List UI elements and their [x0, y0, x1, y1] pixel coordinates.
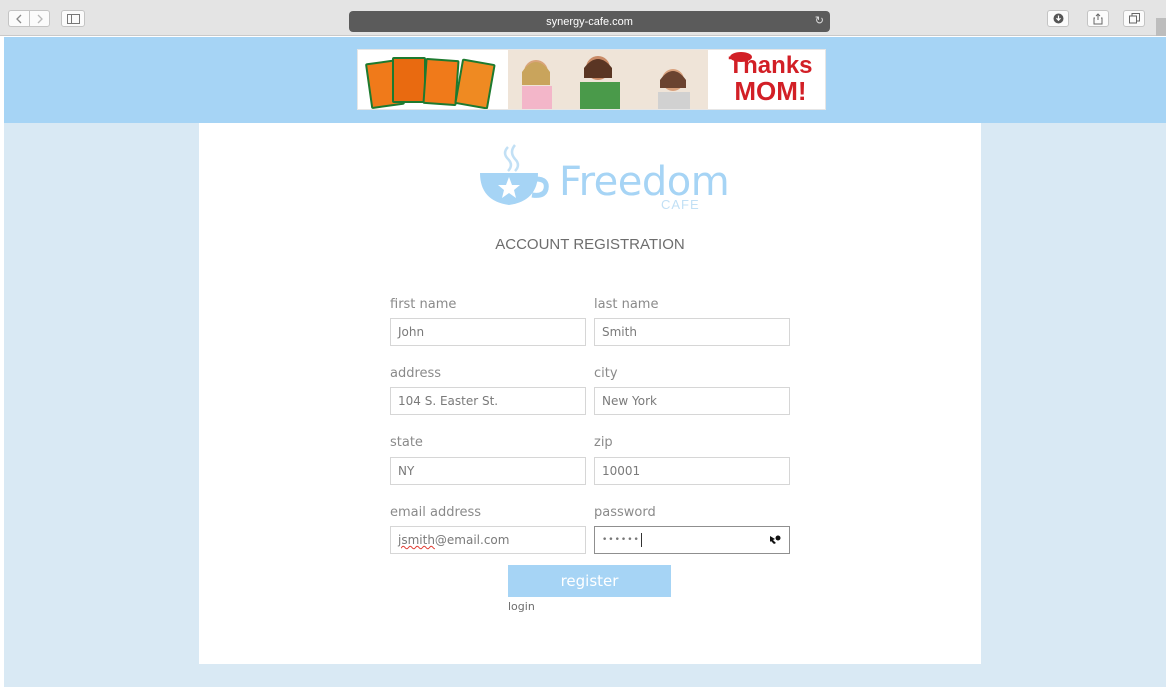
tabs-overview-button[interactable]	[1123, 10, 1145, 27]
ad-headline-line2: MOM!	[734, 76, 807, 106]
email-value: jsmith@email.com	[398, 533, 509, 547]
window-edge	[1156, 18, 1166, 36]
email-value-domain: @email.com	[434, 533, 510, 547]
address-value: 104 S. Easter St.	[398, 394, 499, 408]
ad-family-photo	[508, 50, 708, 109]
login-link[interactable]: login	[508, 600, 535, 613]
page-title: ACCOUNT REGISTRATION	[495, 236, 685, 253]
share-icon	[1093, 12, 1103, 24]
last-name-value: Smith	[602, 325, 637, 339]
ad-headline: Thanks MOM!	[718, 52, 823, 106]
register-button[interactable]: register	[508, 565, 671, 597]
city-value: New York	[602, 394, 657, 408]
state-value: NY	[398, 464, 415, 478]
address-input[interactable]: 104 S. Easter St.	[390, 387, 586, 415]
text-caret	[640, 533, 642, 547]
coffee-cup-star-icon	[480, 144, 549, 205]
tabs-icon	[1128, 13, 1140, 24]
freedom-cafe-logo[interactable]: Freedom CAFE	[474, 143, 730, 213]
web-page: Thanks MOM! Freedom CAFE ACCOUNT REGISTR…	[4, 37, 1166, 687]
download-icon	[1053, 13, 1063, 24]
back-button[interactable]	[8, 10, 29, 27]
address-label: address	[390, 366, 442, 381]
ad-headline-line1: Thanks	[728, 52, 813, 79]
ad-product-packs	[364, 55, 502, 109]
zip-label: zip	[594, 435, 613, 450]
browser-toolbar: synergy-cafe.com ↻	[0, 0, 1166, 36]
city-label: city	[594, 366, 618, 381]
share-button[interactable]	[1087, 10, 1109, 27]
first-name-input[interactable]: John	[390, 318, 586, 346]
logo-wordmark: Freedom	[559, 159, 730, 205]
ad-banner-strip: Thanks MOM!	[4, 37, 1166, 123]
last-name-label: last name	[594, 297, 659, 312]
state-input[interactable]: NY	[390, 457, 586, 485]
email-input[interactable]: jsmith@email.com	[390, 526, 586, 554]
state-label: state	[390, 435, 423, 450]
chevron-right-icon	[37, 14, 43, 23]
sidebar-icon	[66, 13, 80, 24]
chevron-left-icon	[16, 14, 22, 23]
email-value-spellcheck: jsmith	[398, 533, 435, 547]
password-label: password	[594, 505, 656, 520]
first-name-label: first name	[390, 297, 457, 312]
downloads-button[interactable]	[1047, 10, 1069, 27]
last-name-input[interactable]: Smith	[594, 318, 790, 346]
family-photo-illustration	[508, 50, 708, 109]
email-label: email address	[390, 505, 482, 520]
product-pack-image	[454, 58, 496, 109]
password-value: ••••••	[602, 535, 640, 545]
zip-value: 10001	[602, 464, 641, 478]
zip-input[interactable]: 10001	[594, 457, 790, 485]
city-input[interactable]: New York	[594, 387, 790, 415]
password-input[interactable]: ••••••	[594, 526, 790, 554]
logo-subtitle: CAFE	[661, 197, 700, 212]
reload-icon[interactable]: ↻	[815, 14, 824, 27]
url-text: synergy-cafe.com	[546, 15, 633, 28]
product-pack-image	[392, 57, 426, 103]
nav-buttons	[8, 10, 50, 27]
ad-banner[interactable]: Thanks MOM!	[357, 49, 826, 110]
registration-card: Freedom CAFE ACCOUNT REGISTRATION first …	[199, 123, 981, 664]
first-name-value: John	[398, 325, 425, 339]
forward-button[interactable]	[29, 10, 50, 27]
password-key-icon[interactable]	[768, 533, 782, 547]
address-bar[interactable]: synergy-cafe.com ↻	[349, 11, 830, 32]
sidebar-toggle-button[interactable]	[61, 10, 85, 27]
